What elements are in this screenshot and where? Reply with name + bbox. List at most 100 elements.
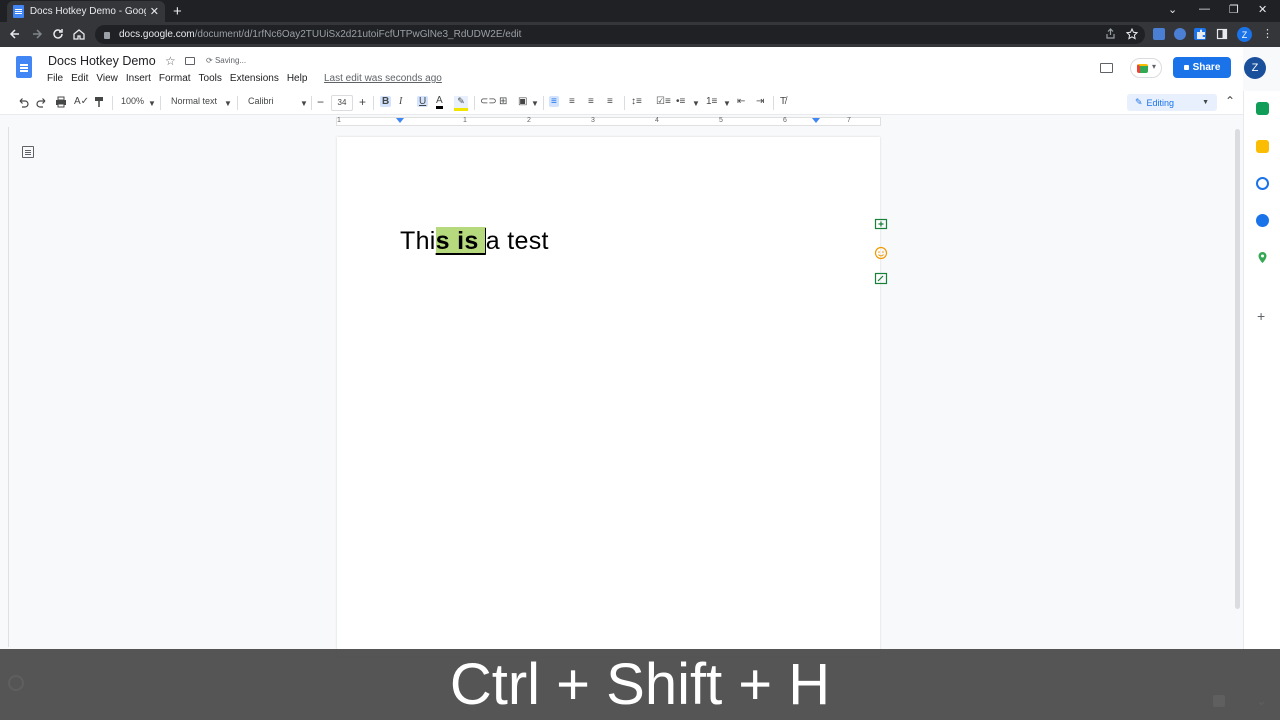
add-comment-icon[interactable]: ⊞: [499, 96, 507, 107]
side-panel-icon[interactable]: [1216, 28, 1228, 40]
chrome-profile-avatar[interactable]: Z: [1237, 27, 1252, 42]
decrease-font-size-button[interactable]: −: [317, 95, 324, 109]
line-spacing-icon[interactable]: ↕≡: [631, 96, 642, 107]
menu-insert[interactable]: Insert: [126, 73, 151, 84]
undo-icon[interactable]: [17, 96, 29, 108]
emoji-reaction-icon[interactable]: [874, 246, 888, 260]
home-icon[interactable]: [72, 27, 86, 41]
editing-mode-select[interactable]: ✎ Editing ▼: [1127, 94, 1217, 111]
checklist-icon[interactable]: ☑≡: [656, 96, 671, 107]
redo-icon[interactable]: [36, 96, 48, 108]
expand-icon[interactable]: ⌄: [1256, 693, 1267, 709]
align-right-icon[interactable]: ≡: [588, 96, 594, 107]
align-center-icon[interactable]: ≡: [569, 96, 575, 107]
numbered-list-icon[interactable]: 1≡: [706, 96, 717, 107]
share-button[interactable]: Share: [1173, 57, 1231, 78]
maps-icon[interactable]: [1256, 251, 1269, 264]
browser-tab[interactable]: Docs Hotkey Demo - Google Docs ✕: [7, 1, 165, 22]
extension-2-icon[interactable]: [1174, 28, 1186, 40]
align-justify-icon[interactable]: ≡: [607, 96, 613, 107]
bold-button[interactable]: B: [380, 96, 392, 107]
insert-image-icon[interactable]: ▣: [518, 96, 527, 107]
forward-icon[interactable]: [30, 27, 44, 41]
chrome-menu-icon[interactable]: ⋮: [1262, 27, 1273, 40]
restore-icon[interactable]: ❐: [1229, 3, 1239, 16]
document-text[interactable]: This is a test: [400, 227, 549, 256]
close-window-icon[interactable]: ✕: [1258, 3, 1267, 16]
menu-view[interactable]: View: [96, 73, 118, 84]
side-panel: +: [1243, 91, 1280, 651]
right-indent-marker[interactable]: [812, 118, 820, 123]
back-icon[interactable]: [8, 27, 22, 41]
chevron-down-icon: ▼: [224, 99, 232, 108]
formatting-toolbar: A✓ 100% ▼ Normal text ▼ Calibri ▼ − 34 +…: [0, 91, 1243, 115]
print-icon[interactable]: [55, 96, 67, 108]
document-title[interactable]: Docs Hotkey Demo: [48, 54, 156, 68]
increase-font-size-button[interactable]: +: [359, 95, 366, 109]
bookmark-star-icon[interactable]: [1126, 28, 1138, 40]
menu-edit[interactable]: Edit: [71, 73, 88, 84]
star-icon[interactable]: ☆: [165, 54, 176, 68]
menu-tools[interactable]: Tools: [199, 73, 222, 84]
bulleted-list-icon[interactable]: •≡: [676, 96, 685, 107]
comments-icon[interactable]: [1100, 63, 1113, 73]
font-size-input[interactable]: 34: [331, 95, 353, 111]
reload-icon[interactable]: [51, 27, 65, 41]
toolbar-divider: [373, 96, 374, 110]
scroll-thumb[interactable]: [1235, 129, 1240, 609]
font-select[interactable]: Calibri: [248, 96, 274, 106]
text-plain: Thi: [400, 227, 436, 255]
add-icon[interactable]: [1213, 695, 1225, 707]
share-label: Share: [1192, 62, 1221, 73]
increase-indent-icon[interactable]: ⇥: [756, 96, 764, 107]
keep-icon[interactable]: [1256, 140, 1269, 153]
docs-home-logo-icon[interactable]: [16, 56, 32, 78]
highlight-color-icon[interactable]: ✎: [454, 96, 468, 111]
menu-file[interactable]: File: [47, 73, 63, 84]
saving-status: ⟳ Saving...: [206, 56, 247, 65]
contacts-icon[interactable]: [1256, 214, 1269, 227]
document-outline-icon[interactable]: [22, 146, 34, 158]
clear-formatting-icon[interactable]: T̸: [780, 96, 786, 107]
extension-1-icon[interactable]: [1153, 28, 1165, 40]
insert-link-icon[interactable]: ⊂⊃: [480, 96, 497, 107]
move-folder-icon[interactable]: [185, 57, 195, 65]
toolbar-divider: [237, 96, 238, 110]
hide-menus-icon[interactable]: ⌃: [1225, 94, 1235, 108]
chevron-down-icon: ▼: [300, 99, 308, 108]
vertical-scrollbar[interactable]: [1233, 127, 1241, 647]
menu-extensions[interactable]: Extensions: [230, 73, 279, 84]
add-comment-icon[interactable]: [874, 218, 888, 232]
new-tab-button[interactable]: +: [173, 3, 182, 20]
tasks-icon[interactable]: [1256, 177, 1269, 190]
align-left-icon[interactable]: ≡: [549, 96, 559, 107]
account-avatar[interactable]: Z: [1244, 57, 1266, 79]
document-page[interactable]: This is a test: [337, 137, 880, 657]
spellcheck-icon[interactable]: A✓: [74, 96, 89, 107]
style-select[interactable]: Normal text: [171, 96, 217, 106]
browser-tabstrip: Docs Hotkey Demo - Google Docs ✕ + ⌄ — ❐…: [0, 0, 1280, 22]
sheets-icon[interactable]: [1256, 102, 1269, 115]
extensions-puzzle-icon[interactable]: [1195, 28, 1207, 40]
tab-search-icon[interactable]: ⌄: [1168, 3, 1177, 16]
menu-format[interactable]: Format: [159, 73, 191, 84]
ruler-number: 3: [591, 117, 595, 124]
left-indent-marker[interactable]: [396, 118, 404, 123]
zoom-select[interactable]: 100%: [121, 96, 144, 106]
decrease-indent-icon[interactable]: ⇤: [737, 96, 745, 107]
vertical-ruler: [0, 127, 9, 647]
suggest-edits-icon[interactable]: [874, 272, 888, 286]
meet-button[interactable]: ▾: [1130, 58, 1162, 78]
menu-help[interactable]: Help: [287, 73, 308, 84]
minimize-icon[interactable]: —: [1199, 3, 1210, 15]
italic-button[interactable]: I: [399, 96, 402, 107]
add-addon-icon[interactable]: +: [1257, 308, 1265, 324]
underline-button[interactable]: U: [417, 96, 429, 107]
last-edit-link[interactable]: Last edit was seconds ago: [324, 73, 442, 84]
share-page-icon[interactable]: [1104, 28, 1116, 40]
text-color-button[interactable]: A: [436, 96, 443, 109]
address-bar[interactable]: docs.google.com/document/d/1rfNc6Oay2TUU…: [95, 25, 1145, 44]
paint-format-icon[interactable]: [93, 96, 105, 108]
tab-close-icon[interactable]: ✕: [150, 5, 159, 18]
ruler-number: 1: [463, 117, 467, 124]
